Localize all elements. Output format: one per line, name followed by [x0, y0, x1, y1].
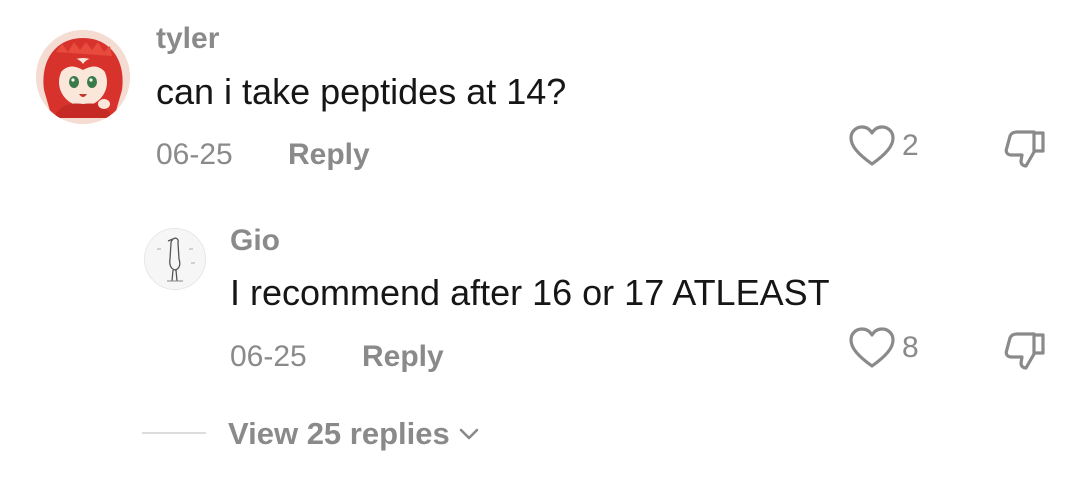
- reply-reply-button[interactable]: Reply: [362, 342, 444, 372]
- comment-like-button[interactable]: 2: [848, 124, 919, 168]
- reply-date: 06-25: [230, 340, 307, 373]
- avatar-tyler[interactable]: [36, 30, 130, 124]
- thumbs-down-icon: [1004, 332, 1045, 370]
- heart-icon: [849, 327, 895, 368]
- comment-like-count: 2: [902, 129, 919, 162]
- comment-date: 06-25: [156, 138, 233, 171]
- reply-like-count: 8: [902, 331, 919, 364]
- comment-username[interactable]: tyler: [156, 24, 219, 54]
- reply-username[interactable]: Gio: [230, 226, 280, 256]
- reply-like-button[interactable]: 8: [848, 326, 919, 370]
- avatar-gio[interactable]: [144, 228, 206, 290]
- view-replies-label: View 25 replies: [228, 416, 450, 451]
- comment-reply-button[interactable]: Reply: [288, 140, 370, 170]
- chevron-down-icon: [459, 428, 479, 439]
- view-replies-button[interactable]: View 25 replies: [228, 418, 480, 449]
- comment-text: can i take peptides at 14?: [156, 71, 567, 112]
- thumbs-down-icon: [1004, 130, 1045, 168]
- heart-icon: [849, 125, 895, 166]
- replies-divider: [142, 432, 206, 434]
- anime-avatar-image: [36, 30, 130, 124]
- reply-text: I recommend after 16 or 17 ATLEAST: [230, 272, 830, 313]
- bird-sketch-image: [145, 229, 205, 289]
- comment-dislike-button[interactable]: [1000, 124, 1048, 172]
- reply-dislike-button[interactable]: [1000, 326, 1048, 374]
